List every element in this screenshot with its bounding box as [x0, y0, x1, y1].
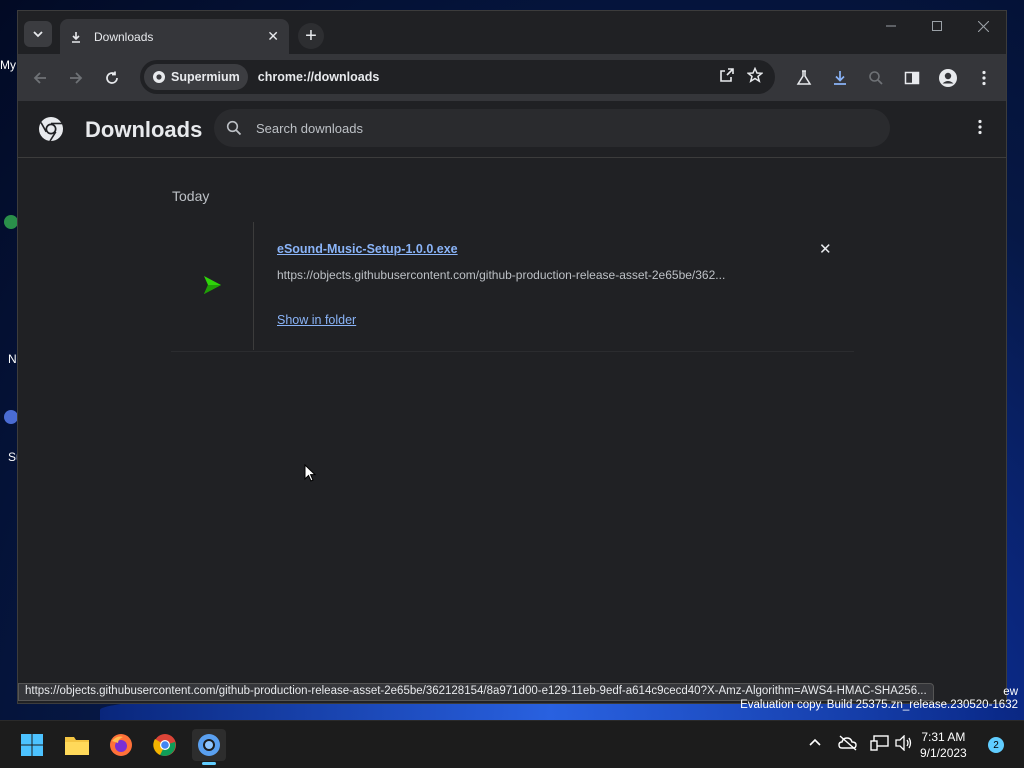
tab-title: Downloads	[94, 29, 154, 44]
profile-avatar-icon[interactable]	[934, 64, 962, 92]
reload-button[interactable]	[94, 60, 130, 96]
chip-label: Supermium	[171, 70, 240, 84]
browser-logo-icon	[38, 116, 64, 147]
address-bar[interactable]: Supermium chrome://downloads	[140, 60, 775, 94]
file-name-link[interactable]: eSound-Music-Setup-1.0.0.exe	[277, 242, 458, 256]
forward-button[interactable]	[58, 60, 94, 96]
show-hidden-icons-button[interactable]	[808, 735, 822, 749]
downloads-toolbar-icon[interactable]	[826, 64, 854, 92]
close-icon	[977, 20, 989, 32]
taskbar-file-explorer[interactable]	[60, 729, 94, 761]
evaluation-watermark: Evaluation copy. Build 25375.zn_release.…	[740, 699, 1018, 711]
downloads-menu-button[interactable]	[978, 119, 982, 140]
desktop-icon[interactable]	[4, 215, 18, 229]
share-icon[interactable]	[719, 67, 735, 88]
clock-time: 7:31 AM	[921, 730, 966, 744]
browser-window: Downloads ✕ + Supermium chrome://downloa…	[17, 10, 1007, 704]
bookmark-star-icon[interactable]	[746, 66, 764, 88]
supermium-icon	[198, 734, 220, 756]
chevron-up-icon	[809, 738, 821, 746]
clock-date: 9/1/2023	[920, 746, 967, 760]
mouse-cursor-icon	[304, 463, 317, 487]
chrome-icon	[153, 734, 176, 756]
tab-downloads[interactable]: Downloads ✕	[60, 19, 289, 54]
card-divider	[253, 222, 254, 350]
more-vert-icon	[978, 119, 982, 135]
labs-flask-icon[interactable]	[790, 64, 818, 92]
network-icon[interactable]	[870, 735, 890, 751]
tab-close-icon[interactable]: ✕	[267, 28, 279, 45]
side-panel-icon[interactable]	[898, 64, 926, 92]
taskbar-supermium[interactable]	[192, 729, 226, 761]
toolbar-right-icons	[790, 64, 998, 92]
watermark-fragment: ew	[1003, 686, 1018, 698]
new-tab-button[interactable]: +	[298, 23, 324, 49]
page-title: Downloads	[85, 117, 203, 142]
windows-logo-icon	[21, 734, 43, 756]
chevron-down-icon	[33, 31, 43, 38]
show-in-folder-link[interactable]: Show in folder	[277, 313, 356, 327]
taskbar-chrome[interactable]	[148, 729, 182, 761]
volume-icon[interactable]	[895, 735, 913, 751]
zoom-search-icon[interactable]	[862, 64, 890, 92]
title-bar: Downloads ✕ +	[18, 11, 1006, 54]
file-source-url: https://objects.githubusercontent.com/gi…	[277, 268, 726, 282]
arrow-right-icon	[70, 71, 83, 84]
browser-logo-icon	[153, 71, 165, 83]
date-group-label: Today	[172, 188, 210, 204]
site-info-chip[interactable]: Supermium	[144, 64, 248, 90]
download-icon	[72, 31, 80, 43]
tab-search-button[interactable]	[24, 21, 52, 47]
downloads-content: Today eSound-Music-Setup-1.0.0.exe https…	[18, 158, 1006, 703]
remove-download-close-icon[interactable]: ✕	[819, 240, 832, 258]
search-box[interactable]	[214, 109, 890, 147]
taskbar-firefox[interactable]	[104, 729, 138, 761]
taskbar-clock[interactable]: 7:31 AM 9/1/2023	[920, 729, 967, 761]
download-item: eSound-Music-Setup-1.0.0.exe https://obj…	[171, 222, 854, 352]
desktop-icon[interactable]	[4, 410, 18, 424]
downloads-header: Downloads	[18, 101, 1006, 158]
notification-badge[interactable]: 2	[988, 737, 1004, 753]
browser-menu-icon[interactable]	[970, 64, 998, 92]
plus-icon: +	[305, 24, 317, 47]
minimize-button[interactable]	[868, 11, 914, 41]
taskbar: 7:31 AM 9/1/2023 2	[0, 720, 1024, 768]
arrow-left-icon	[33, 71, 46, 84]
close-window-button[interactable]	[960, 11, 1006, 41]
browser-toolbar: Supermium chrome://downloads	[18, 54, 1006, 101]
search-input[interactable]	[256, 120, 856, 136]
maximize-icon	[932, 21, 942, 31]
reload-icon	[106, 71, 118, 84]
url-text: chrome://downloads	[257, 70, 380, 84]
start-button[interactable]	[15, 729, 49, 761]
esound-app-icon	[201, 274, 223, 301]
minimize-icon	[886, 25, 896, 27]
firefox-icon	[110, 734, 132, 756]
maximize-button[interactable]	[914, 11, 960, 41]
folder-icon	[65, 737, 89, 755]
window-controls	[868, 11, 1006, 41]
back-button[interactable]	[22, 60, 58, 96]
search-icon	[226, 120, 242, 136]
desktop-icon-label[interactable]: My	[0, 58, 18, 72]
onedrive-offline-icon[interactable]	[838, 735, 858, 751]
active-app-indicator	[202, 762, 216, 765]
